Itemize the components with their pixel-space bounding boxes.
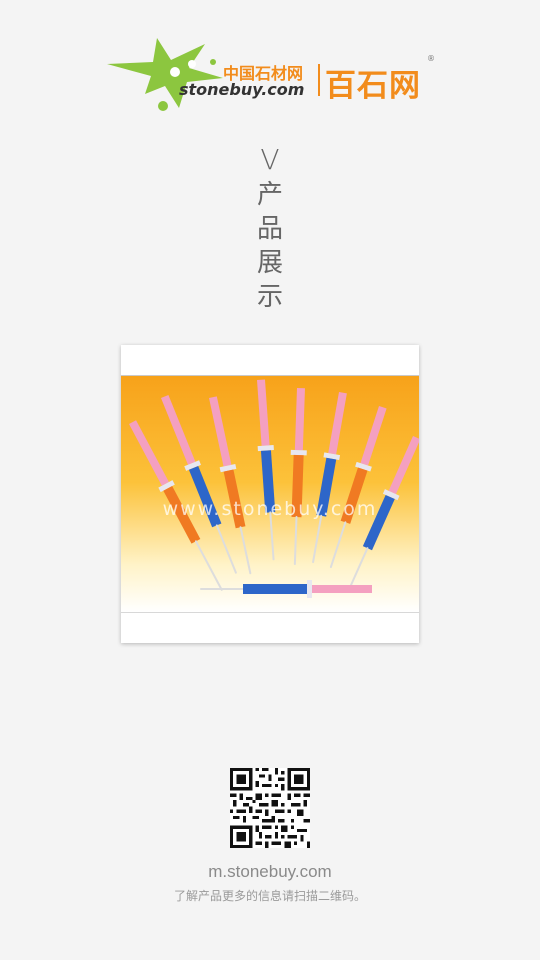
title-char: 品 xyxy=(256,214,283,244)
title-char: 示 xyxy=(256,282,283,312)
title-char: 展 xyxy=(256,248,283,278)
logo-chinese-big: 百石网 xyxy=(325,68,421,104)
qr-code-icon[interactable] xyxy=(230,768,310,848)
site-url[interactable]: m.stonebuy.com xyxy=(0,862,540,882)
product-image[interactable]: www.stonebuy.com xyxy=(121,375,419,613)
star-splash-logo-icon xyxy=(107,38,223,111)
section-v-mark: V xyxy=(260,143,280,176)
brand-logo[interactable]: 中国石材网 stonebuy.com 百石网 ® xyxy=(105,36,440,114)
product-watermark: www.stonebuy.com xyxy=(163,498,378,520)
scan-hint-text: 了解产品更多的信息请扫描二维码。 xyxy=(173,889,366,903)
registered-mark: ® xyxy=(427,54,435,63)
product-card[interactable]: www.stonebuy.com xyxy=(121,345,419,643)
logo-divider xyxy=(318,64,320,96)
title-char: 产 xyxy=(256,180,283,210)
section-title: V 产 品 展 示 xyxy=(252,142,288,314)
logo-url-text: stonebuy.com xyxy=(179,80,305,99)
